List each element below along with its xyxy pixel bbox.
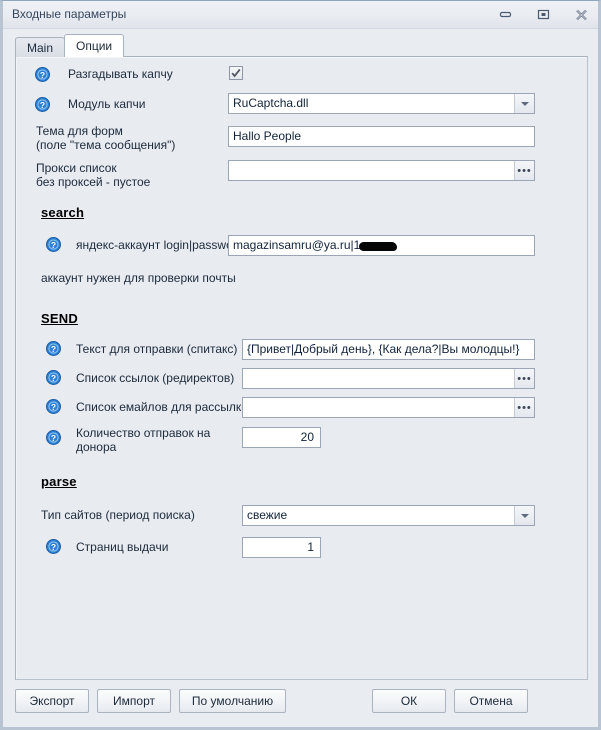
svg-text:?: ?: [51, 344, 56, 354]
options-panel: ? Разгадывать капчу ? Модуль капчи RuCap…: [15, 56, 588, 680]
proxy-list-input-group[interactable]: •••: [228, 160, 535, 181]
cancel-button[interactable]: Отмена: [454, 689, 528, 713]
defaults-button[interactable]: По умолчанию: [179, 689, 286, 713]
help-icon[interactable]: ?: [46, 370, 61, 385]
window-controls: [494, 1, 592, 28]
sends-per-donor-input[interactable]: 20: [242, 427, 321, 448]
captcha-module-value: RuCaptcha.dll: [233, 96, 309, 110]
form-subject-label: Тема для форм (поле "тема сообщения"): [36, 124, 176, 152]
close-button[interactable]: [570, 5, 592, 25]
title-bar[interactable]: Входные параметры: [3, 1, 598, 29]
proxy-list-label: Прокси список без проксей - пустое: [36, 161, 151, 189]
svg-text:?: ?: [51, 373, 56, 383]
captcha-module-dropdown[interactable]: RuCaptcha.dll: [228, 93, 535, 114]
browse-icon[interactable]: •••: [514, 161, 534, 180]
restore-button[interactable]: [532, 5, 554, 25]
form-subject-input[interactable]: Hallo People: [228, 126, 535, 147]
yandex-account-label: яндекс-аккаунт login|password: [76, 238, 244, 252]
help-icon[interactable]: ?: [46, 341, 61, 356]
captcha-module-label: Модуль капчи: [68, 97, 146, 111]
send-text-label: Текст для отправки (спитакс): [76, 342, 238, 356]
yandex-account-input[interactable]: magazinsamru@ya.ru|1: [228, 235, 535, 256]
redaction-bar: [359, 242, 398, 251]
emails-list-label: Список емайлов для рассылки: [76, 400, 248, 414]
import-button[interactable]: Импорт: [97, 689, 171, 713]
links-list-value[interactable]: [243, 369, 514, 388]
emails-list-input-group[interactable]: •••: [242, 397, 535, 418]
browse-icon[interactable]: •••: [514, 369, 534, 388]
svg-text:?: ?: [51, 542, 56, 552]
result-pages-input[interactable]: 1: [242, 537, 321, 558]
window-title: Входные параметры: [12, 7, 127, 21]
tab-options[interactable]: Опции: [64, 34, 125, 57]
section-header-search: search: [41, 205, 85, 220]
export-button[interactable]: Экспорт: [15, 689, 89, 713]
svg-text:?: ?: [40, 100, 45, 110]
account-note: аккаунт нужен для проверки почты: [41, 271, 236, 285]
site-type-value: свежие: [247, 508, 288, 522]
minimize-button[interactable]: [494, 5, 516, 25]
svg-text:?: ?: [51, 402, 56, 412]
send-text-input[interactable]: {Привет|Добрый день}, {Как дела?|Вы моло…: [242, 339, 535, 360]
dialog-button-bar: Экспорт Импорт По умолчанию ОК Отмена: [15, 689, 588, 715]
chevron-down-icon[interactable]: [514, 506, 534, 525]
solve-captcha-checkbox[interactable]: [229, 66, 243, 80]
emails-list-value[interactable]: [243, 398, 514, 417]
section-header-parse: parse: [41, 474, 77, 489]
ok-button[interactable]: ОК: [372, 689, 446, 713]
help-icon[interactable]: ?: [35, 67, 50, 82]
result-pages-label: Страниц выдачи: [76, 540, 169, 554]
dialog-window: Входные параметры Main Опции ? Разгадыва…: [0, 0, 601, 730]
svg-text:?: ?: [51, 240, 56, 250]
links-list-label: Список ссылок (редиректов): [76, 371, 235, 385]
site-type-dropdown[interactable]: свежие: [242, 505, 535, 526]
solve-captcha-label: Разгадывать капчу: [68, 67, 173, 81]
tab-main[interactable]: Main: [15, 37, 66, 57]
help-icon[interactable]: ?: [46, 237, 61, 252]
tab-strip: Main Опции: [15, 34, 125, 57]
help-icon[interactable]: ?: [46, 539, 61, 554]
proxy-list-value[interactable]: [229, 161, 514, 180]
section-header-send: SEND: [41, 311, 78, 326]
site-type-label: Тип сайтов (период поиска): [41, 508, 195, 522]
browse-icon[interactable]: •••: [514, 398, 534, 417]
help-icon[interactable]: ?: [46, 430, 61, 445]
links-list-input-group[interactable]: •••: [242, 368, 535, 389]
svg-text:?: ?: [51, 433, 56, 443]
svg-text:?: ?: [40, 70, 45, 80]
sends-per-donor-label: Количество отправок на донора: [76, 426, 211, 454]
chevron-down-icon[interactable]: [514, 94, 534, 113]
help-icon[interactable]: ?: [46, 399, 61, 414]
help-icon[interactable]: ?: [35, 97, 50, 112]
yandex-account-value: magazinsamru@ya.ru|1: [233, 238, 361, 252]
